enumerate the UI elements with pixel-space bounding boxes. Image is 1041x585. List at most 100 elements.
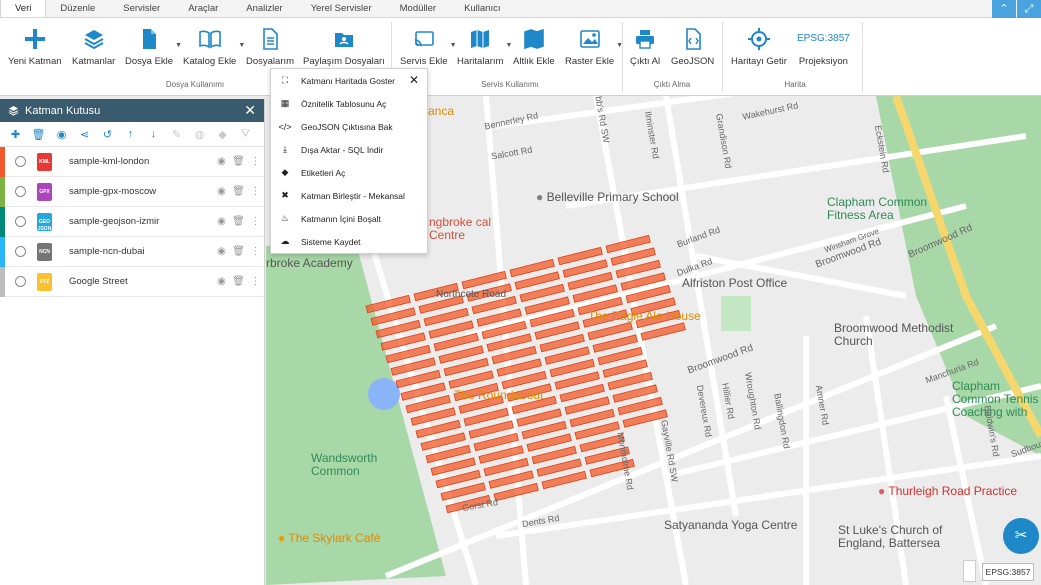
menu-item-geojson-output[interactable]: </> GeoJSON Çıktısına Bak (271, 115, 427, 138)
share-icon[interactable]: ⋖ (73, 128, 96, 141)
menu-item-attribute-table[interactable]: ▦ Öznitelik Tablosunu Aç (271, 92, 427, 115)
tools-fab-button[interactable]: ✂ (1003, 518, 1039, 554)
pond (368, 378, 400, 410)
book-icon (198, 30, 221, 49)
menu-item-empty-layer[interactable]: ♨ Katmanın İçini Boşalt (271, 207, 427, 230)
more-options-icon[interactable]: ⋮ (247, 246, 264, 257)
layers-label: Katmanlar (72, 56, 116, 67)
menu-araclar[interactable]: Araçlar (174, 0, 232, 17)
menu-item-show-on-map[interactable]: ⛶ Katmanı Haritada Goster (271, 69, 427, 92)
group-label-output: Çıktı Alma (653, 80, 691, 89)
menu-duzenle[interactable]: Düzenle (46, 0, 109, 17)
my-files-button[interactable]: Dosyalarım (246, 28, 294, 67)
menu-yerel-servisler[interactable]: Yerel Servisler (297, 0, 386, 17)
trash-icon[interactable]: 🗑 (230, 276, 247, 287)
file-type-icon: XYZ (37, 272, 52, 291)
brush-icon[interactable]: ◆ (211, 128, 234, 141)
close-icon[interactable]: ✕ (409, 73, 419, 87)
add-file-button[interactable]: Dosya Ekle ▼ (125, 28, 182, 67)
add-catalog-button[interactable]: Katalog Ekle ▼ (183, 28, 245, 67)
eye-icon[interactable]: ◉ (213, 276, 230, 287)
map-icon (471, 30, 490, 48)
trash-icon[interactable]: 🗑 (230, 156, 247, 167)
trash-icon[interactable]: 🗑 (230, 186, 247, 197)
collapse-ribbon-button[interactable]: ⌃ (992, 0, 1016, 18)
menu-item-spatial-merge[interactable]: ✖ Katman Birleştir - Mekansal (271, 184, 427, 207)
group-label-map: Harita (784, 80, 806, 89)
shared-files-button[interactable]: Paylaşım Dosyaları (303, 28, 385, 67)
layer-panel-title: Katman Kutusu (25, 104, 101, 117)
history-icon[interactable]: ↺ (96, 128, 119, 141)
eye-icon[interactable]: ◉ (50, 128, 73, 141)
layer-select-radio[interactable] (15, 216, 26, 227)
expand-icon: ⛶ (281, 75, 289, 85)
layer-name: sample-geojson-izmir (69, 216, 160, 227)
more-options-icon[interactable]: ⋮ (247, 276, 264, 287)
eye-icon[interactable]: ◉ (213, 246, 230, 257)
menu-item-save-to-system[interactable]: ☁ Sisteme Kaydet (271, 230, 427, 253)
more-options-icon[interactable]: ⋮ (247, 216, 264, 227)
menu-veri[interactable]: Veri (0, 0, 47, 17)
trash-icon[interactable]: 🗑 (230, 246, 247, 257)
menu-servisler[interactable]: Servisler (109, 0, 174, 17)
add-raster-button[interactable]: Raster Ekle ▼ (565, 28, 623, 67)
new-layer-label: Yeni Katman (8, 56, 62, 67)
layer-row[interactable]: KML sample-kml-london ◉ 🗑 ⋮ (0, 146, 264, 177)
layer-row[interactable]: NCN sample-ncn-dubai ◉ 🗑 ⋮ (0, 236, 264, 267)
pencil-icon[interactable]: ✎ (165, 128, 188, 141)
fullscreen-button[interactable]: ⤢ (1017, 0, 1041, 18)
menu-analizler[interactable]: Analizler (232, 0, 296, 17)
my-files-label: Dosyalarım (246, 56, 295, 67)
add-layer-icon[interactable]: ✚ (4, 128, 27, 141)
layer-row[interactable]: GEO JSON sample-geojson-izmir ◉ 🗑 ⋮ (0, 206, 264, 237)
file-type-label: GPX (39, 188, 50, 195)
eye-icon[interactable]: ◉ (213, 156, 230, 167)
layer-list: KML sample-kml-london ◉ 🗑 ⋮ GPX sample-gpx-mos… (0, 146, 264, 297)
fit-map-button[interactable]: Haritayı Getir (731, 28, 787, 67)
palette-icon[interactable]: ◍ (188, 128, 211, 141)
layer-select-radio[interactable] (15, 186, 26, 197)
menu-moduller[interactable]: Modüller (386, 0, 450, 17)
poi-belleville-school: ● Belleville Primary School (536, 190, 679, 204)
more-options-icon[interactable]: ⋮ (247, 186, 264, 197)
layers-button[interactable]: Katmanlar (72, 28, 115, 67)
eye-icon[interactable]: ◉ (213, 186, 230, 197)
layer-color-strip (0, 236, 5, 267)
trash-icon[interactable]: 🗑 (27, 128, 50, 141)
my-maps-button[interactable]: Haritalarım ▼ (457, 28, 512, 67)
eye-icon[interactable]: ◉ (213, 216, 230, 227)
layer-row[interactable]: XYZ Google Street ◉ 🗑 ⋮ (0, 266, 264, 297)
layer-select-radio[interactable] (15, 246, 26, 257)
geojson-button[interactable]: GeoJSON (671, 28, 714, 67)
menu-kullanici[interactable]: Kullanıcı (450, 0, 514, 17)
arrow-down-icon[interactable]: ↓ (142, 128, 165, 140)
more-options-icon[interactable]: ⋮ (247, 156, 264, 167)
menu-item-labels[interactable]: ◆ Etiketleri Aç (271, 161, 427, 184)
file-type-label: NCN (39, 248, 50, 255)
filter-icon[interactable]: ⛛ (234, 128, 257, 141)
poi-skylark-cafe: ● The Skylark Café (278, 531, 381, 545)
layer-select-radio[interactable] (15, 276, 26, 287)
merge-icon: ✖ (281, 190, 289, 200)
menu-item-label: Katmanı Haritada Goster (301, 75, 396, 86)
projection-button[interactable]: EPSG:3857 Projeksiyon (797, 28, 850, 67)
trash-icon[interactable]: 🗑 (230, 216, 247, 227)
layer-row[interactable]: GPX sample-gpx-moscow ◉ 🗑 ⋮ (0, 176, 264, 207)
add-raster-label: Raster Ekle (565, 56, 615, 67)
fire-icon: ♨ (280, 213, 290, 223)
menu-item-export-sql[interactable]: ⤓ Dışa Aktar - SQL İndir (271, 138, 427, 161)
poi-st-lukes-church: St Luke's Church of England, Battersea (838, 523, 943, 550)
epsg-code-text: EPSG:3857 (797, 33, 850, 44)
print-button[interactable]: Çıktı Al (630, 28, 660, 67)
file-type-icon: KML (37, 152, 52, 171)
chevron-down-icon: ▼ (505, 42, 513, 49)
layer-select-radio[interactable] (15, 156, 26, 167)
crosshair-icon (747, 28, 770, 50)
new-layer-button[interactable]: Yeni Katman (8, 28, 62, 67)
scale-control[interactable] (963, 560, 976, 582)
add-basemap-button[interactable]: Altlık Ekle (513, 28, 555, 67)
close-icon[interactable]: ✕ (244, 102, 256, 119)
layers-icon (84, 30, 104, 50)
add-service-button[interactable]: Servis Ekle ▼ (400, 28, 457, 67)
arrow-up-icon[interactable]: ↑ (119, 128, 142, 140)
